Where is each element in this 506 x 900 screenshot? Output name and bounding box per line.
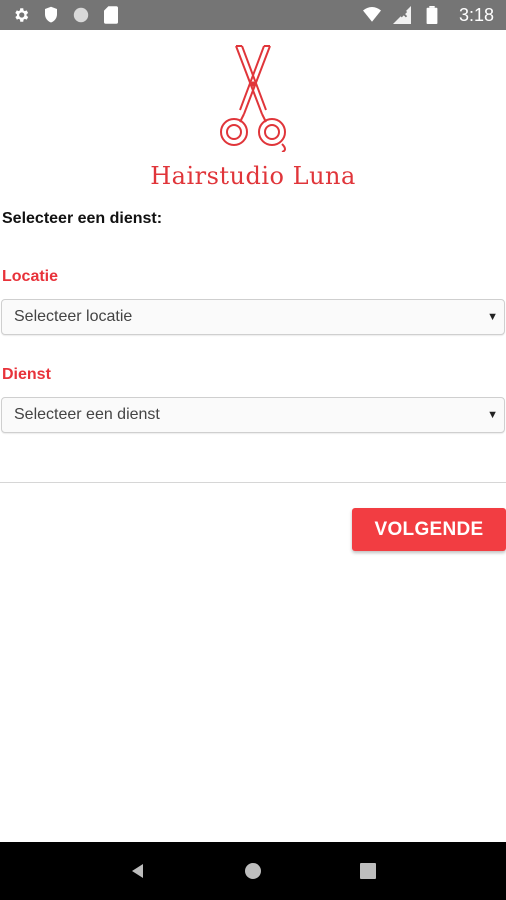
scissors-icon [220, 45, 286, 152]
home-icon[interactable] [233, 851, 273, 891]
divider [0, 482, 506, 483]
battery-icon [423, 6, 441, 24]
wifi-icon [362, 6, 381, 24]
signal-icon [392, 6, 411, 24]
sd-card-icon [102, 6, 120, 24]
form-prompt: Selecteer een dienst: [2, 210, 163, 227]
caret-down-icon: ▼ [487, 409, 498, 421]
gear-icon [12, 6, 30, 24]
circle-icon [72, 6, 90, 24]
brand-header: Hairstudio Luna [0, 44, 506, 190]
status-bar: 3:18 [0, 0, 506, 30]
brand-name: Hairstudio Luna [150, 162, 356, 190]
shield-icon [42, 6, 60, 24]
back-icon[interactable] [118, 851, 158, 891]
location-label: Locatie [2, 268, 59, 285]
recents-icon[interactable] [348, 851, 388, 891]
status-time: 3:18 [458, 4, 494, 25]
location-select[interactable]: Selecteer locatie ▼ [1, 299, 505, 335]
status-right-icons: 3:18 [362, 4, 494, 26]
service-label: Dienst [2, 366, 51, 383]
caret-down-icon: ▼ [487, 311, 498, 323]
nav-bar [0, 842, 506, 900]
service-select[interactable]: Selecteer een dienst ▼ [1, 397, 505, 433]
status-left-icons [12, 6, 120, 24]
location-select-value: Selecteer locatie [14, 308, 133, 325]
service-select-value: Selecteer een dienst [14, 406, 160, 423]
next-button[interactable]: VOLGENDE [352, 508, 506, 551]
